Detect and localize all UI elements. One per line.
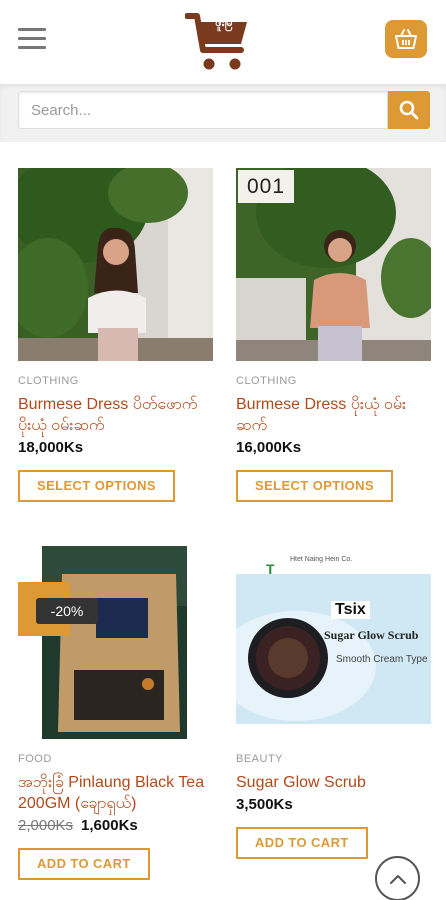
sale-price: 1,600Ks: [81, 817, 138, 834]
product-card: -20% FOOD အဘိုးခြံ Pinlaung Black Tea 20…: [18, 546, 213, 880]
product-image[interactable]: -20%: [18, 546, 213, 739]
brand-logo-text: Tsix: [331, 601, 370, 619]
product-price: 18,000Ks: [18, 439, 84, 456]
product-category: CLOTHING: [18, 375, 79, 387]
add-to-cart-button[interactable]: ADD TO CART: [236, 827, 368, 859]
search-input[interactable]: [18, 91, 388, 129]
product-price: 2,000Ks 1,600Ks: [18, 817, 213, 834]
search-icon: [399, 100, 419, 120]
product-price: 3,500Ks: [236, 796, 293, 813]
product-card: CLOTHING Burmese Dress ပိတ်ဖောက် ပိုးယုံ…: [18, 168, 213, 502]
basket-icon: [395, 29, 417, 49]
product-title-link[interactable]: Burmese Dress ပိတ်ဖောက် ပိုးယုံ ဝမ်းဆက်: [18, 394, 213, 436]
product-image[interactable]: 001: [236, 168, 431, 361]
brand-company-text: Htet Naing Hein Co.: [290, 556, 353, 563]
product-card: 001 CLOTHING Burmese Dress ပိုးယုံ ဝမ်း …: [236, 168, 431, 502]
product-category: BEAUTY: [236, 753, 284, 765]
svg-text:T: T: [266, 561, 275, 577]
product-image[interactable]: [18, 168, 213, 361]
hamburger-menu-icon[interactable]: [18, 28, 46, 50]
search-bar: [0, 84, 446, 142]
product-category: FOOD: [18, 753, 52, 765]
product-ribbon: 001: [238, 170, 294, 203]
back-to-top-button[interactable]: [375, 856, 420, 900]
product-image[interactable]: T Tsix Htet Naing Hein Co. Sugar Glow Sc…: [236, 546, 431, 739]
select-options-button[interactable]: SELECT OPTIONS: [236, 470, 394, 502]
product-sub-text: Smooth Cream Type: [336, 654, 428, 665]
old-price: 2,000Ks: [18, 817, 74, 834]
chevron-up-icon: [389, 874, 406, 884]
search-button[interactable]: [388, 91, 430, 129]
select-options-button[interactable]: SELECT OPTIONS: [18, 470, 176, 502]
product-card: T Tsix Htet Naing Hein Co. Sugar Glow Sc…: [236, 546, 431, 859]
sale-tag: -20%: [18, 582, 98, 636]
product-title-link[interactable]: အဘိုးခြံ Pinlaung Black Tea 200GM (ချောရ…: [18, 772, 213, 814]
product-category: CLOTHING: [236, 375, 297, 387]
product-price: 16,000Ks: [236, 439, 302, 456]
product-line-text: Sugar Glow Scrub: [324, 628, 419, 642]
logo-text: ဖူးမြ: [215, 17, 233, 29]
site-header: ဖူးမြ: [0, 0, 446, 84]
sale-badge: -20%: [36, 598, 98, 624]
add-to-cart-button[interactable]: ADD TO CART: [18, 848, 150, 880]
cart-button[interactable]: [385, 20, 427, 58]
product-title-link[interactable]: Burmese Dress ပိုးယုံ ဝမ်း ဆက်: [236, 394, 431, 436]
product-title-link[interactable]: Sugar Glow Scrub: [236, 772, 431, 793]
